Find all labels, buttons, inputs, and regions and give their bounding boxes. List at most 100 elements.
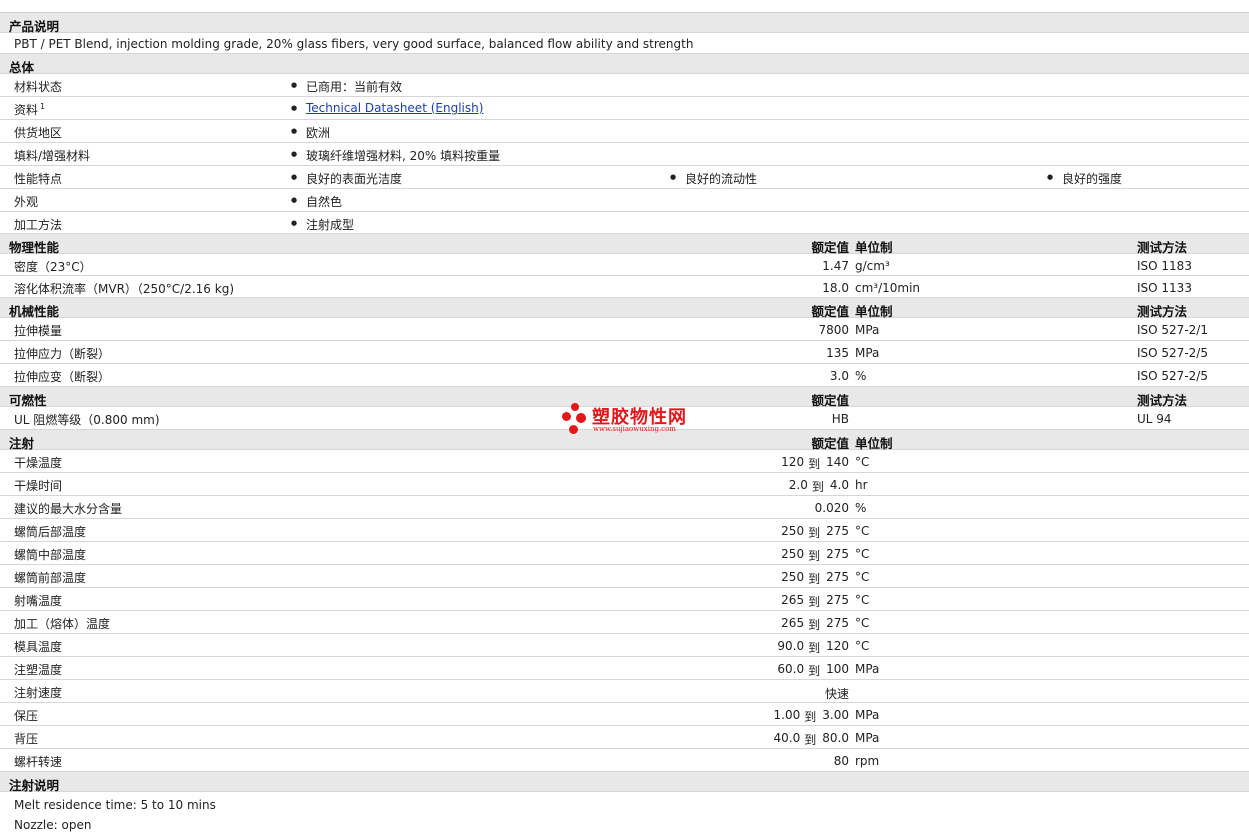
- range-high: 100: [826, 662, 849, 676]
- logo-dot: [571, 403, 579, 411]
- range-separator: 到: [808, 664, 821, 678]
- row-value: 0.020: [814, 501, 849, 515]
- range-high: 120: [826, 639, 849, 653]
- mechanical-row-strain: 拉伸应变（断裂） 3.0 % ISO 527-2/5: [0, 364, 1249, 387]
- row-value: 1.47: [822, 259, 849, 273]
- range-low: 120: [781, 455, 805, 469]
- bullet-item: 玻璃纤维增强材料, 20% 填料按重量: [291, 147, 500, 164]
- bullet-item: Technical Datasheet (English): [291, 101, 483, 115]
- bullet-item: 已商用：当前有效: [291, 78, 402, 95]
- row-label: 加工方法: [14, 218, 63, 232]
- row-unit: °C: [855, 524, 870, 538]
- injection-notes: Melt residence time: 5 to 10 mins Nozzle…: [0, 792, 1249, 836]
- row-range: 90.0 到 120: [777, 639, 849, 656]
- range-separator: 到: [808, 618, 821, 632]
- row-label: 拉伸应变（断裂）: [14, 370, 111, 384]
- row-value: 快速: [824, 687, 849, 701]
- mechanical-row-modulus: 拉伸模量 7800 MPa ISO 527-2/1: [0, 318, 1249, 341]
- range-high: 140: [826, 455, 849, 469]
- section-physical: 物理性能 额定值 单位制 测试方法: [0, 234, 1249, 255]
- row-range: 250 到 275: [781, 547, 849, 564]
- row-label: 螺筒后部温度: [14, 525, 87, 539]
- range-high: 3.00: [822, 708, 849, 722]
- injection-rows: 干燥温度 120 到 140 °C 干燥时间 2.0 到 4.0 hr 建议的最大水分含量 0.020…: [0, 450, 1249, 772]
- range-separator: 到: [808, 549, 821, 563]
- row-unit: °C: [855, 547, 870, 561]
- injection-row: 注塑温度 60.0 到 100 MPa: [0, 657, 1249, 680]
- injection-row: 模具温度 90.0 到 120 °C: [0, 634, 1249, 657]
- row-range: 250 到 275: [781, 570, 849, 587]
- row-label: 加工（熔体）温度: [14, 617, 111, 631]
- range-separator: 到: [808, 641, 821, 655]
- range-high: 275: [826, 593, 849, 607]
- row-label: 螺筒前部温度: [14, 571, 87, 585]
- range-low: 40.0: [773, 731, 801, 745]
- row-unit: °C: [855, 639, 870, 653]
- row-label: 干燥温度: [14, 456, 63, 470]
- range-high: 4.0: [829, 478, 849, 492]
- injection-row: 加工（熔体）温度 265 到 275 °C: [0, 611, 1249, 634]
- product-description: PBT / PET Blend, injection molding grade…: [14, 37, 694, 51]
- row-range: 60.0 到 100: [777, 662, 849, 679]
- section-product: 产品说明: [0, 13, 1249, 34]
- general-row-docs: 资料1 Technical Datasheet (English): [0, 97, 1249, 120]
- row-range: 250 到 275: [781, 524, 849, 541]
- bullet-item: 良好的强度: [1047, 170, 1122, 187]
- row-label: 填料/增强材料: [14, 149, 91, 163]
- row-unit: °C: [855, 570, 870, 584]
- row-unit: °C: [855, 455, 870, 469]
- row-label: 模具温度: [14, 640, 63, 654]
- bullet-item: 自然色: [291, 193, 342, 210]
- row-range: 265 到 275: [781, 593, 849, 610]
- general-row-processing: 加工方法 注射成型: [0, 212, 1249, 234]
- row-label: 干燥时间: [14, 479, 63, 493]
- logo-dot: [569, 425, 578, 434]
- general-row-filler: 填料/增强材料 玻璃纤维增强材料, 20% 填料按重量: [0, 143, 1249, 166]
- range-separator: 到: [804, 710, 817, 724]
- row-unit: MPa: [855, 323, 880, 337]
- range-separator: 到: [808, 595, 821, 609]
- physical-row-mvr: 溶化体积流率（MVR）（250°C/2.16 kg) 18.0 cm³/10mi…: [0, 276, 1249, 298]
- range-high: 275: [826, 547, 849, 561]
- row-label: 拉伸应力（断裂）: [14, 347, 111, 361]
- row-label: 螺筒中部温度: [14, 548, 87, 562]
- bullet-item: 欧洲: [291, 124, 330, 141]
- row-unit: %: [855, 369, 867, 383]
- row-label: 外观: [14, 195, 39, 209]
- range-low: 250: [781, 570, 805, 584]
- datasheet-link[interactable]: Technical Datasheet (English): [306, 101, 483, 115]
- row-label: 溶化体积流率（MVR）（250°C/2.16 kg): [14, 282, 235, 296]
- row-range: 1.00 到 3.00: [774, 708, 849, 725]
- row-unit: cm³/10min: [855, 281, 921, 295]
- range-separator: 到: [808, 526, 821, 540]
- row-label: 射嘴温度: [14, 594, 63, 608]
- range-separator: 到: [804, 733, 817, 747]
- row-value: 7800: [818, 323, 849, 337]
- range-separator: 到: [808, 457, 821, 471]
- row-test: UL 94: [1137, 412, 1172, 426]
- watermark-logo: 塑胶物性网 www.sujiaowuxing.com: [562, 403, 692, 437]
- injection-row: 注射速度 快速: [0, 680, 1249, 703]
- physical-row-density: 密度（23°C） 1.47 g/cm³ ISO 1183: [0, 254, 1249, 276]
- general-row-region: 供货地区 欧洲: [0, 120, 1249, 143]
- row-label: 保压: [14, 709, 39, 723]
- injection-row: 射嘴温度 265 到 275 °C: [0, 588, 1249, 611]
- row-test: ISO 527-2/1: [1137, 323, 1208, 337]
- bullet-item: 良好的流动性: [670, 170, 757, 187]
- range-high: 275: [826, 616, 849, 630]
- injection-row: 螺筒后部温度 250 到 275 °C: [0, 519, 1249, 542]
- injection-row: 建议的最大水分含量 0.020%: [0, 496, 1249, 519]
- row-unit: °C: [855, 616, 870, 630]
- row-range: 40.0 到 80.0: [774, 731, 849, 748]
- general-row-features: 性能特点 良好的表面光洁度 良好的流动性 良好的强度: [0, 166, 1249, 189]
- section-mechanical: 机械性能 额定值 单位制 测试方法: [0, 298, 1249, 319]
- bullet-item: 注射成型: [291, 216, 354, 233]
- injection-row: 干燥温度 120 到 140 °C: [0, 450, 1249, 473]
- range-high: 275: [826, 524, 849, 538]
- general-row-appearance: 外观 自然色: [0, 189, 1249, 212]
- row-range: 120 到 140: [781, 455, 849, 472]
- range-separator: 到: [811, 480, 824, 494]
- bullet-item: 良好的表面光洁度: [291, 170, 402, 187]
- row-label: UL 阻燃等级（0.800 mm): [14, 413, 160, 427]
- row-unit: hr: [855, 478, 868, 492]
